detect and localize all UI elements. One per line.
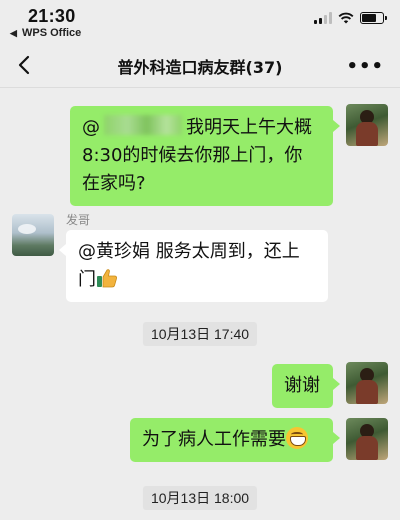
- back-app-label: WPS Office: [21, 27, 82, 39]
- system-icons: [314, 12, 387, 24]
- message-text-line: 8:30的时候去你那上门，你: [82, 145, 303, 166]
- status-bar: 21:30 ◀ WPS Office: [0, 0, 400, 42]
- self-avatar[interactable]: [346, 418, 388, 460]
- chat-header: 普外科造口病友群(37) •••: [0, 42, 400, 88]
- grinning-face-emoji-icon: [286, 427, 308, 449]
- chat-title: 普外科造口病友群(37): [117, 58, 283, 77]
- mention-prefix: @: [82, 117, 100, 138]
- battery-icon: [360, 12, 387, 24]
- message-text-line: @黄珍娟 服务太周到，还上: [78, 241, 300, 262]
- message-text-line: 门: [78, 269, 96, 290]
- back-triangle-icon: ◀: [10, 28, 17, 38]
- message-bubble-outgoing[interactable]: 为了病人工作需要: [130, 418, 340, 462]
- message-bubble-outgoing[interactable]: @ 我明天上午大概 8:30的时候去你那上门，你 在家吗?: [70, 106, 340, 206]
- sender-avatar[interactable]: [12, 214, 54, 256]
- back-to-app-link[interactable]: ◀ WPS Office: [10, 27, 81, 39]
- self-avatar[interactable]: [346, 362, 388, 404]
- sender-name: 发哥: [66, 213, 91, 227]
- status-time: 21:30: [28, 6, 76, 26]
- self-avatar[interactable]: [346, 104, 388, 146]
- message-text: 谢谢: [284, 375, 320, 396]
- blurred-mention: [104, 115, 182, 135]
- thumbs-up-emoji-icon: [97, 269, 117, 288]
- message-bubble-outgoing[interactable]: 谢谢: [272, 364, 340, 408]
- more-options-icon[interactable]: •••: [346, 56, 384, 77]
- message-timestamp: 10月13日 18:00: [142, 486, 258, 510]
- message-text-line: 在家吗?: [82, 173, 146, 194]
- message-bubble-incoming[interactable]: @黄珍娟 服务太周到，还上 门: [59, 230, 328, 302]
- message-text-line: 我明天上午大概: [186, 117, 312, 138]
- chat-area[interactable]: @ 我明天上午大概 8:30的时候去你那上门，你 在家吗? 发哥 @黄珍娟 服务太…: [0, 88, 400, 520]
- wifi-icon: [338, 12, 354, 24]
- cellular-signal-icon: [314, 12, 332, 24]
- message-timestamp: 10月13日 17:40: [142, 322, 258, 346]
- message-text: 为了病人工作需要: [142, 429, 286, 450]
